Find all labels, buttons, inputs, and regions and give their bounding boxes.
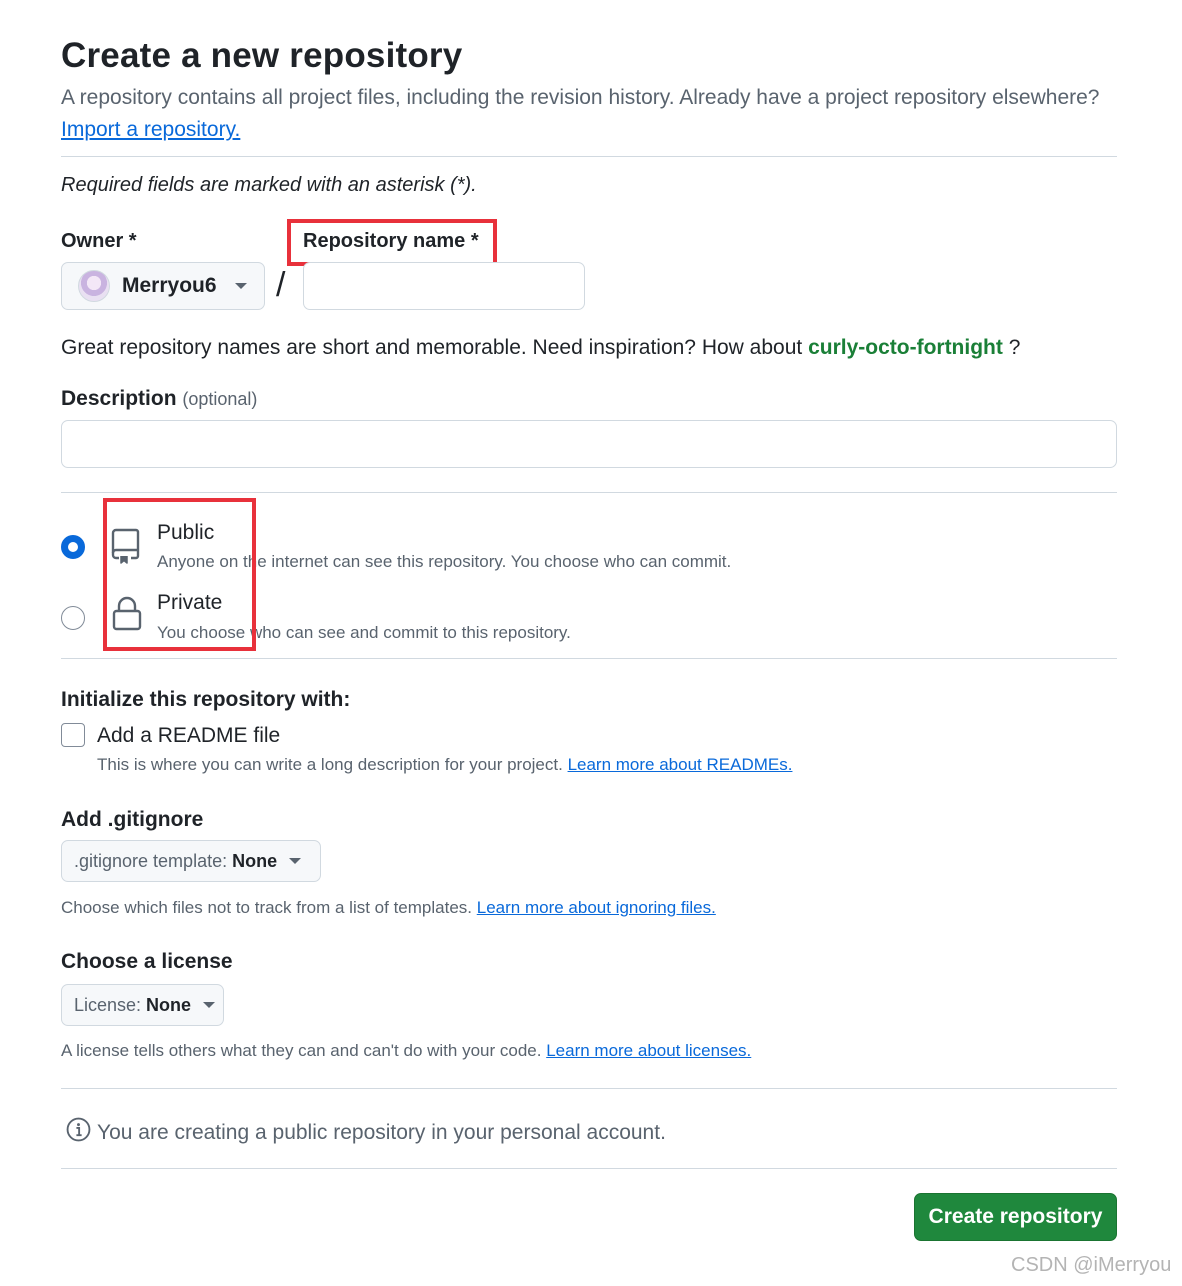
page-title: Create a new repository [61,36,463,75]
gitignore-select-prefix: .gitignore template: [74,850,228,871]
optional-tag: (optional) [182,389,258,409]
visibility-radio-private[interactable] [61,606,85,630]
description-label: Description (optional) [61,387,257,411]
chevron-down-icon [234,283,247,289]
readme-learn-more-link[interactable]: Learn more about READMEs. [568,755,793,774]
visibility-private-desc: You choose who can see and commit to thi… [157,623,571,642]
gitignore-select-value: None [232,850,278,871]
divider [61,156,1117,157]
repository-name-input[interactable] [303,262,585,310]
watermark: CSDN @iMerryou [1011,1254,1172,1276]
repo-book-icon [111,526,143,569]
divider [61,1168,1117,1169]
owner-repo-separator: / [276,266,286,304]
owner-select-button[interactable]: Merryou6 [61,262,265,310]
name-suggestion[interactable]: curly-octo-fortnight [808,336,1003,359]
license-select-prefix: License: [74,994,142,1015]
hint-text: Great repository names are short and mem… [61,336,803,359]
license-select-value: None [146,994,192,1015]
visibility-radio-public[interactable] [61,535,85,559]
license-select[interactable]: License: None [61,984,224,1026]
description-label-text: Description [61,387,177,410]
avatar [78,270,110,302]
license-learn-more-link[interactable]: Learn more about licenses. [546,1041,751,1060]
gitignore-note-text: Choose which files not to track from a l… [61,898,473,917]
description-input[interactable] [61,420,1117,468]
license-note-text: A license tells others what they can and… [61,1041,542,1060]
divider [61,492,1117,493]
owner-name: Merryou6 [122,274,217,297]
gitignore-title: Add .gitignore [61,808,204,831]
chevron-down-icon [203,1002,216,1008]
import-repository-link[interactable]: Import a repository. [61,118,240,142]
license-title: Choose a license [61,950,233,973]
hint-suffix: ? [1008,336,1021,359]
chevron-down-icon [289,858,302,864]
readme-checkbox[interactable] [61,723,85,747]
owner-label: Owner * [61,230,137,252]
visibility-public-desc: Anyone on the internet can see this repo… [157,552,732,571]
info-icon [66,1117,97,1148]
visibility-info: You are creating a public repository in … [66,1117,666,1148]
visibility-private-title: Private [157,591,223,614]
info-text: You are creating a public repository in … [97,1120,666,1144]
license-note: A license tells others what they can and… [61,1041,751,1061]
readme-note: This is where you can write a long descr… [97,755,792,775]
create-repository-button[interactable]: Create repository [914,1193,1117,1241]
repository-name-hint: Great repository names are short and mem… [61,336,1020,360]
initialize-title: Initialize this repository with: [61,688,351,711]
gitignore-learn-more-link[interactable]: Learn more about ignoring files. [477,898,716,917]
visibility-public-title: Public [157,521,215,544]
divider [61,658,1117,659]
divider [61,1088,1117,1089]
readme-label[interactable]: Add a README file [97,724,280,748]
gitignore-template-select[interactable]: .gitignore template: None [61,840,321,882]
page-subtitle: A repository contains all project files,… [61,86,1100,109]
repository-name-label: Repository name * [303,230,479,252]
required-fields-note: Required fields are marked with an aster… [61,174,477,196]
lock-icon [111,596,143,637]
gitignore-note: Choose which files not to track from a l… [61,898,716,918]
readme-note-text: This is where you can write a long descr… [97,755,563,774]
